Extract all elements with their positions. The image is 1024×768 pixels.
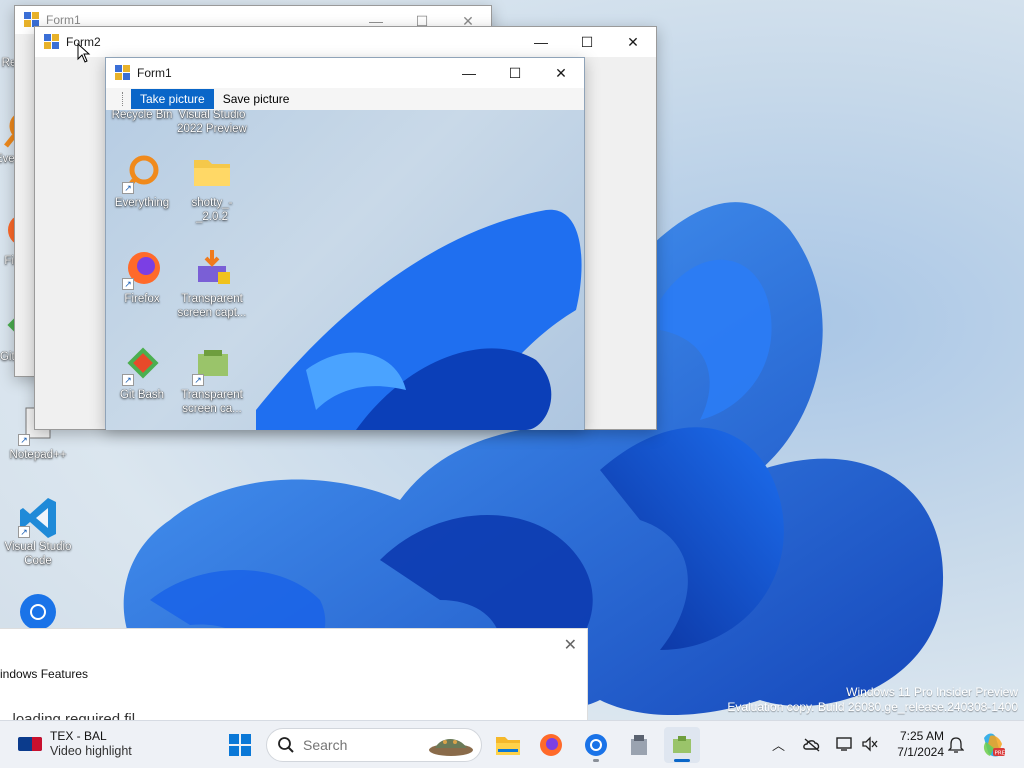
windows-features-text: indows Features (0, 667, 89, 681)
watermark-line1: Windows 11 Pro Insider Preview (846, 685, 1018, 699)
form-app-icon (44, 34, 60, 50)
vscode-label: Visual Studio Code (4, 541, 72, 567)
captured-transparent-capt-label: Transparent screen capt... (177, 293, 247, 319)
captured-recycle-label: Recycle Bin (111, 110, 173, 121)
captured-icon-firefox: ↗ Firefox (106, 248, 178, 306)
captured-icon-recycle-bin: Recycle Bin (106, 110, 178, 122)
search-input[interactable] (303, 737, 423, 753)
minimize-button[interactable]: — (446, 58, 492, 88)
chrome-icon (18, 592, 58, 632)
onedrive-offline-icon[interactable] (803, 737, 821, 753)
minimize-button[interactable]: — (518, 27, 564, 57)
captured-icon-git-bash: ↗ Git Bash (106, 344, 178, 402)
vscode-icon: ↗ (18, 496, 58, 538)
captured-everything-label: Everything (114, 197, 170, 209)
search-highlight-icon (429, 739, 473, 756)
widgets-button[interactable]: TEX - BAL Video highlight (18, 729, 132, 759)
start-button[interactable] (222, 727, 258, 763)
save-picture-menu-item[interactable]: Save picture (214, 89, 299, 109)
taskbar-search[interactable] (266, 728, 482, 762)
notification-bell-icon[interactable] (948, 736, 964, 754)
tool-icon (631, 735, 647, 755)
mouse-cursor-icon (77, 43, 91, 63)
desktop-icon-vscode[interactable]: ↗ Visual Studio Code (2, 496, 74, 568)
clock-date: 7/1/2024 (897, 745, 944, 759)
captured-icon-shotty: shotty_-_2.0.2 (176, 152, 248, 224)
file-explorer-button[interactable] (490, 727, 526, 763)
captured-shotty-label: shotty_-_2.0.2 (191, 197, 233, 223)
captured-transparent-ca-label: Transparent screen ca... (181, 389, 243, 415)
form1-title: Form1 (137, 66, 172, 80)
captured-icon-transparent-capt: Transparent screen capt... (176, 248, 248, 320)
chrome-icon (585, 734, 607, 756)
clock[interactable]: 7:25 AM 7/1/2024 (880, 728, 944, 760)
folder-icon (496, 737, 520, 755)
app-icon (673, 736, 691, 753)
evaluation-watermark: Windows 11 Pro Insider Preview Evaluatio… (727, 685, 1018, 715)
installer-icon (192, 248, 232, 288)
captured-desktop-area: Recycle Bin Visual Studio 2022 Preview ↗… (106, 110, 584, 430)
app-icon: ↗ (192, 344, 232, 386)
firefox-taskbar-button[interactable] (533, 727, 569, 763)
take-picture-menu-item[interactable]: Take picture (131, 89, 214, 109)
transparent-capture-taskbar-button[interactable] (664, 727, 700, 763)
firefox-icon (540, 734, 562, 756)
app-taskbar-button[interactable] (621, 727, 657, 763)
captured-icon-transparent-ca: ↗ Transparent screen ca... (176, 344, 248, 416)
captured-git-bash-label: Git Bash (119, 389, 165, 401)
git-bash-icon: ↗ (122, 344, 162, 386)
chrome-taskbar-button[interactable] (578, 727, 614, 763)
svg-text:PRE: PRE (995, 751, 1006, 757)
volume-muted-icon[interactable] (861, 736, 879, 752)
running-indicator (593, 759, 599, 762)
form1-menu-strip: Take picture Save picture (106, 88, 584, 110)
search-icon (278, 737, 294, 753)
folder-icon (192, 152, 232, 192)
firefox-icon: ↗ (122, 248, 162, 290)
menu-grip (122, 92, 125, 106)
chevron-up-icon[interactable]: ︿ (772, 735, 785, 754)
everything-icon: ↗ (122, 152, 162, 194)
captured-vs-label: Visual Studio 2022 Preview (177, 110, 247, 135)
form1-back-title: Form1 (46, 13, 81, 27)
form-app-icon (115, 65, 131, 81)
taskbar: TEX - BAL Video highlight ︿ (0, 720, 1024, 768)
captured-firefox-label: Firefox (124, 293, 160, 305)
close-icon[interactable]: ✕ (564, 635, 577, 655)
mlb-logo-icon (18, 737, 42, 751)
notification-panel[interactable]: ✕ indows Features ...loading required fi… (0, 628, 588, 723)
captured-icon-vs2022: Visual Studio 2022 Preview (176, 110, 248, 136)
watermark-line2: Evaluation copy. Build 26080.ge_release.… (727, 700, 1018, 714)
maximize-button[interactable]: ☐ (492, 58, 538, 88)
clock-time: 7:25 AM (899, 729, 944, 743)
windows-logo-icon (229, 734, 251, 756)
copilot-icon[interactable]: PRE (980, 732, 1006, 758)
maximize-button[interactable]: ☐ (564, 27, 610, 57)
widget-title: TEX - BAL (50, 729, 107, 743)
active-indicator (674, 759, 690, 762)
captured-icon-everything: ↗ Everything (106, 152, 178, 210)
notepadpp-label: Notepad++ (9, 449, 67, 461)
form1-window[interactable]: Form1 — ☐ ✕ Take picture Save picture Re… (105, 57, 585, 430)
close-button[interactable]: ✕ (538, 58, 584, 88)
close-button[interactable]: ✕ (610, 27, 656, 57)
widget-subtitle: Video highlight (50, 744, 132, 758)
network-icon[interactable] (836, 736, 854, 752)
